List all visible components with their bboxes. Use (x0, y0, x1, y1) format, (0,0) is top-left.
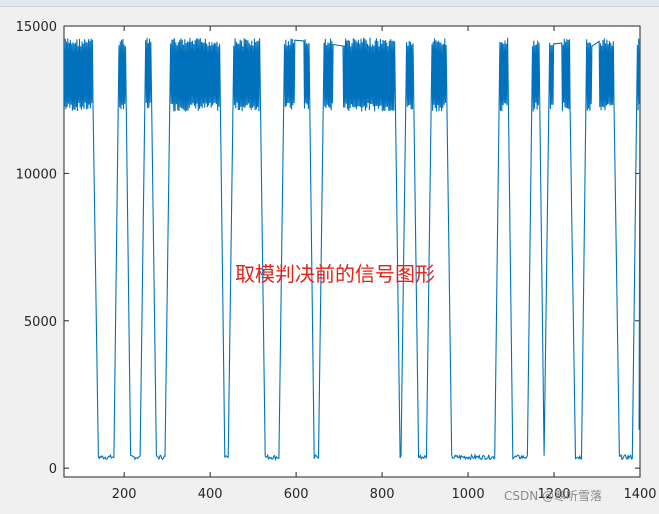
y-tick-label: 5000 (24, 315, 57, 330)
y-tick-label: 10000 (16, 167, 57, 182)
y-tick-label: 15000 (16, 20, 57, 35)
y-tick-label: 0 (49, 462, 57, 477)
x-tick-label: 600 (284, 487, 309, 502)
x-tick-label: 800 (370, 487, 395, 502)
x-tick-label: 400 (198, 487, 223, 502)
watermark: CSDN @寒听雪落 (504, 488, 602, 503)
x-tick-label: 1000 (452, 487, 485, 502)
chart-annotation: 取模判决前的信号图形 (235, 262, 435, 286)
x-tick-label: 1400 (623, 487, 656, 502)
signal-chart: 200 400 600 800 1000 1200 1400050001000015000 … (16, 20, 657, 503)
x-tick-label: 200 (112, 487, 137, 502)
